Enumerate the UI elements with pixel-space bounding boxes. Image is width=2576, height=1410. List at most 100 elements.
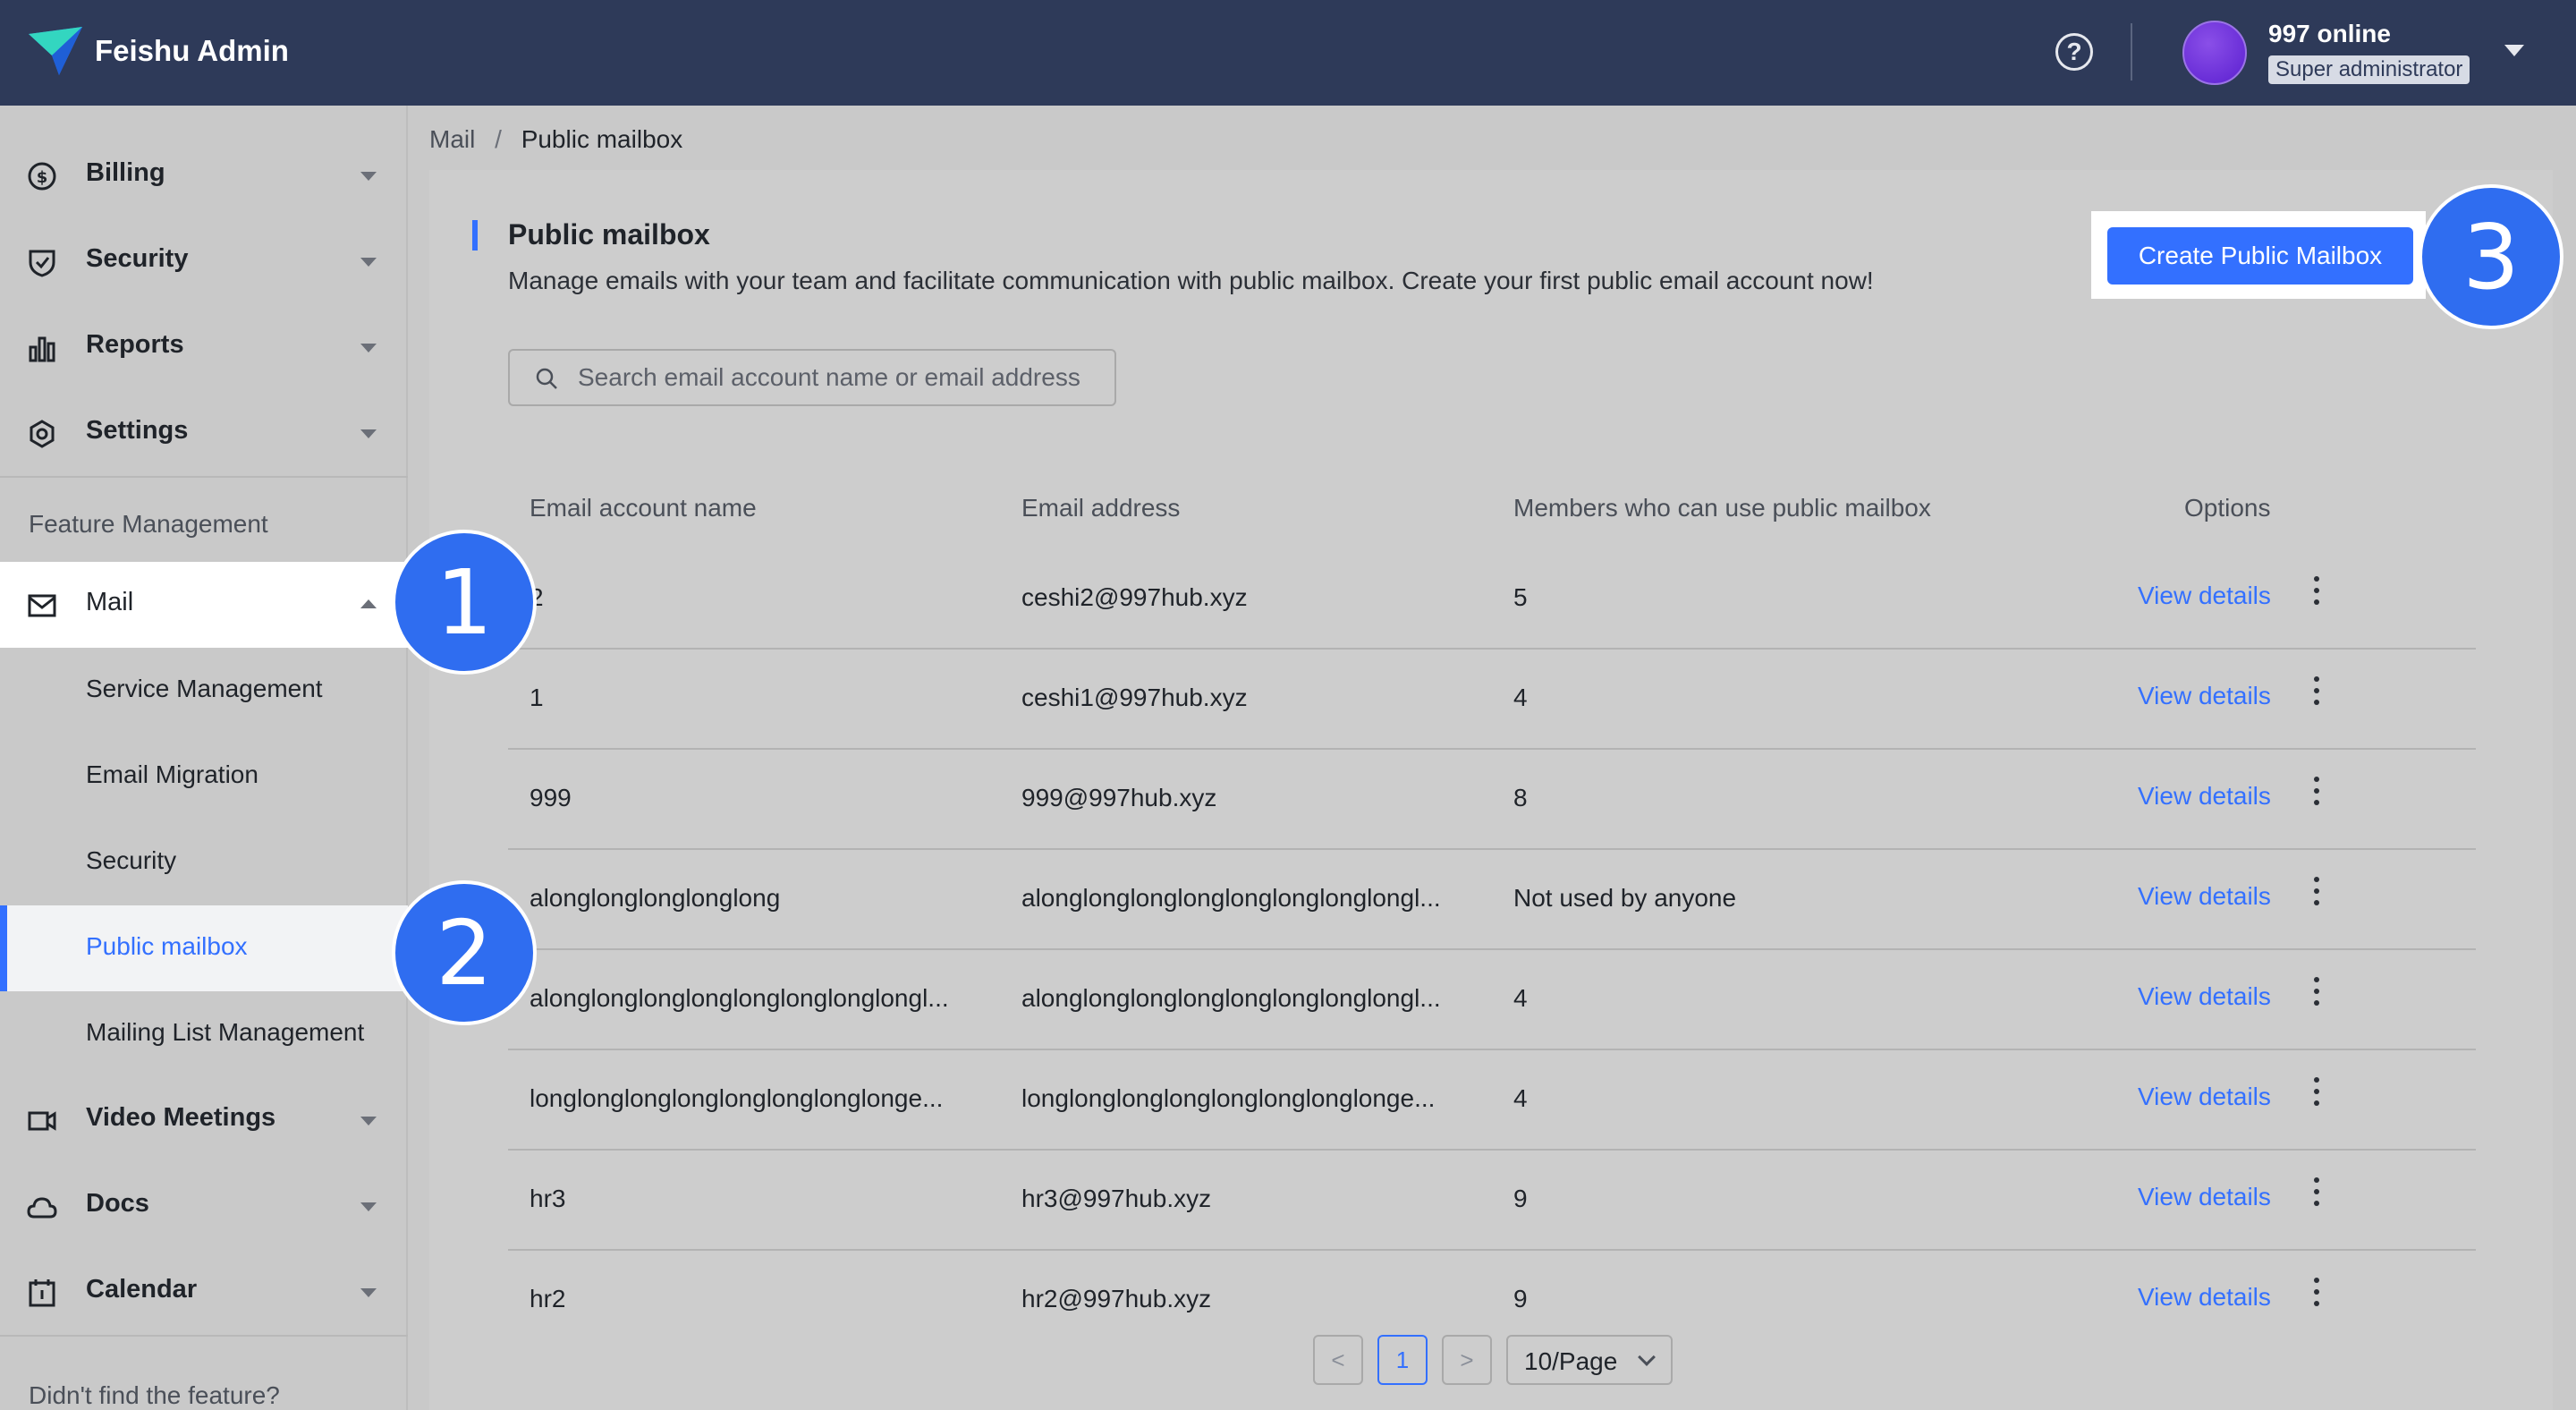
sidebar-item-mail[interactable]: Mail xyxy=(0,562,408,648)
view-details-link[interactable]: View details xyxy=(2138,1283,2271,1312)
sidebar-item-label: Settings xyxy=(86,416,189,445)
cell-name: hr2 xyxy=(530,1285,566,1312)
step-marker-1: 1 xyxy=(392,530,537,675)
user-name[interactable]: 997 online xyxy=(2268,20,2391,48)
view-details-link[interactable]: View details xyxy=(2138,1083,2271,1111)
more-options-icon[interactable] xyxy=(2308,1077,2326,1113)
sidebar-item-label: Billing xyxy=(86,158,165,187)
view-details-link[interactable]: View details xyxy=(2138,1183,2271,1211)
sidebar-item-label: Public mailbox xyxy=(86,932,248,960)
sidebar-divider xyxy=(0,476,408,478)
step-marker-3: 3 xyxy=(2419,184,2563,329)
column-header-members: Members who can use public mailbox xyxy=(1513,494,1931,522)
more-options-icon[interactable] xyxy=(2308,676,2326,712)
sidebar-item-label: Mail xyxy=(86,588,134,616)
sidebar-item-reports[interactable]: Reports xyxy=(0,304,408,390)
breadcrumb: Mail / Public mailbox xyxy=(429,125,682,154)
section-label-feature-management: Feature Management xyxy=(29,510,268,538)
question-icon[interactable]: ? xyxy=(2055,33,2093,71)
cell-members: 4 xyxy=(1513,1084,1528,1112)
dollar-icon: $ xyxy=(28,162,56,191)
header-divider xyxy=(2131,23,2132,81)
cell-name: alonglonglonglonglong xyxy=(530,884,781,912)
more-options-icon[interactable] xyxy=(2308,777,2326,812)
sidebar-item-public-mailbox[interactable]: Public mailbox xyxy=(0,905,408,991)
chevron-down-icon xyxy=(360,429,377,438)
chevron-down-icon xyxy=(360,1202,377,1211)
avatar[interactable] xyxy=(2182,21,2247,85)
sidebar-item-video-meetings[interactable]: Video Meetings xyxy=(0,1077,408,1163)
search-input[interactable] xyxy=(578,360,1097,395)
cell-members: 8 xyxy=(1513,784,1528,811)
cell-address: alonglonglonglonglonglonglonglongl... xyxy=(1021,984,1441,1012)
more-options-icon[interactable] xyxy=(2308,877,2326,913)
gear-icon xyxy=(30,420,55,448)
page-size-value: 10/Page xyxy=(1524,1347,1618,1375)
more-options-icon[interactable] xyxy=(2308,576,2326,612)
sidebar-item-email-migration[interactable]: Email Migration xyxy=(0,734,408,820)
cell-address: ceshi2@997hub.xyz xyxy=(1021,583,1248,611)
cell-members: 5 xyxy=(1513,583,1528,611)
sidebar-item-docs[interactable]: Docs xyxy=(0,1163,408,1249)
sidebar-item-service-management[interactable]: Service Management xyxy=(0,648,408,734)
breadcrumb-current: Public mailbox xyxy=(521,125,683,153)
sidebar-item-billing[interactable]: $ Billing xyxy=(0,132,408,218)
sidebar-item-label: Reports xyxy=(86,330,184,359)
sidebar-item-security[interactable]: Security xyxy=(0,218,408,304)
search-box[interactable] xyxy=(508,349,1116,406)
page-size-select[interactable]: 10/Page xyxy=(1506,1335,1673,1385)
view-details-link[interactable]: View details xyxy=(2138,682,2271,710)
cell-address: hr2@997hub.xyz xyxy=(1021,1285,1212,1312)
sidebar: $ Billing Security Reports Settings Feat… xyxy=(0,106,408,1410)
sidebar-item-label: Docs xyxy=(86,1189,149,1218)
sidebar-item-label: Security xyxy=(86,846,177,874)
cell-name: hr3 xyxy=(530,1185,566,1212)
cell-members: 4 xyxy=(1513,984,1528,1012)
more-options-icon[interactable] xyxy=(2308,977,2326,1013)
cell-members: 4 xyxy=(1513,684,1528,711)
chevron-down-icon xyxy=(360,172,377,181)
chevron-down-icon[interactable] xyxy=(2504,45,2524,56)
sidebar-item-calendar[interactable]: Calendar xyxy=(0,1249,408,1335)
view-details-link[interactable]: View details xyxy=(2138,782,2271,811)
table-row: alonglonglonglonglonglonglonglongl... al… xyxy=(508,950,2476,1050)
cell-name: 999 xyxy=(530,784,572,811)
table-row: hr2 hr2@997hub.xyz 9 View details xyxy=(508,1251,2476,1322)
cell-address: alonglonglonglonglonglonglonglongl... xyxy=(1021,884,1441,912)
prev-page-button[interactable]: < xyxy=(1313,1335,1363,1385)
breadcrumb-mail[interactable]: Mail xyxy=(429,125,475,153)
more-options-icon[interactable] xyxy=(2308,1177,2326,1213)
table-row: 2 ceshi2@997hub.xyz 5 View details xyxy=(508,549,2476,650)
cell-name: longlonglonglonglonglonglonglonge... xyxy=(530,1084,944,1112)
breadcrumb-separator: / xyxy=(495,125,502,153)
view-details-link[interactable]: View details xyxy=(2138,582,2271,610)
sidebar-item-label: Calendar xyxy=(86,1275,198,1304)
create-public-mailbox-button[interactable]: Create Public Mailbox xyxy=(2107,227,2413,285)
page-title: Public mailbox xyxy=(508,218,710,251)
next-page-button[interactable]: > xyxy=(1442,1335,1492,1385)
more-options-icon[interactable] xyxy=(2308,1278,2326,1313)
chevron-down-icon xyxy=(360,258,377,267)
sidebar-item-mail-security[interactable]: Security xyxy=(0,820,408,905)
column-header-address: Email address xyxy=(1021,494,1181,522)
page-number-button[interactable]: 1 xyxy=(1377,1335,1428,1385)
sidebar-item-mailing-list[interactable]: Mailing List Management xyxy=(0,991,408,1077)
column-header-options: Options xyxy=(2184,494,2271,522)
table-row: alonglonglonglonglong alonglonglonglongl… xyxy=(508,850,2476,950)
cell-name: 1 xyxy=(530,684,544,711)
svg-text:$: $ xyxy=(37,168,48,187)
column-header-name: Email account name xyxy=(530,494,757,522)
chevron-up-icon xyxy=(360,599,377,608)
feature-feedback-link[interactable]: Didn't find the feature? xyxy=(29,1381,280,1410)
chevron-down-icon xyxy=(1638,1348,1656,1366)
sidebar-item-settings[interactable]: Settings xyxy=(0,390,408,476)
cell-address: longlonglonglonglonglonglonglonge... xyxy=(1021,1084,1436,1112)
view-details-link[interactable]: View details xyxy=(2138,882,2271,911)
cell-address: 999@997hub.xyz xyxy=(1021,784,1217,811)
calendar-icon xyxy=(29,1279,55,1307)
feishu-logo-icon xyxy=(29,27,82,75)
page-description: Manage emails with your team and facilit… xyxy=(508,267,1874,294)
view-details-link[interactable]: View details xyxy=(2138,982,2271,1011)
search-icon xyxy=(536,368,557,389)
title-accent-bar xyxy=(472,220,478,251)
